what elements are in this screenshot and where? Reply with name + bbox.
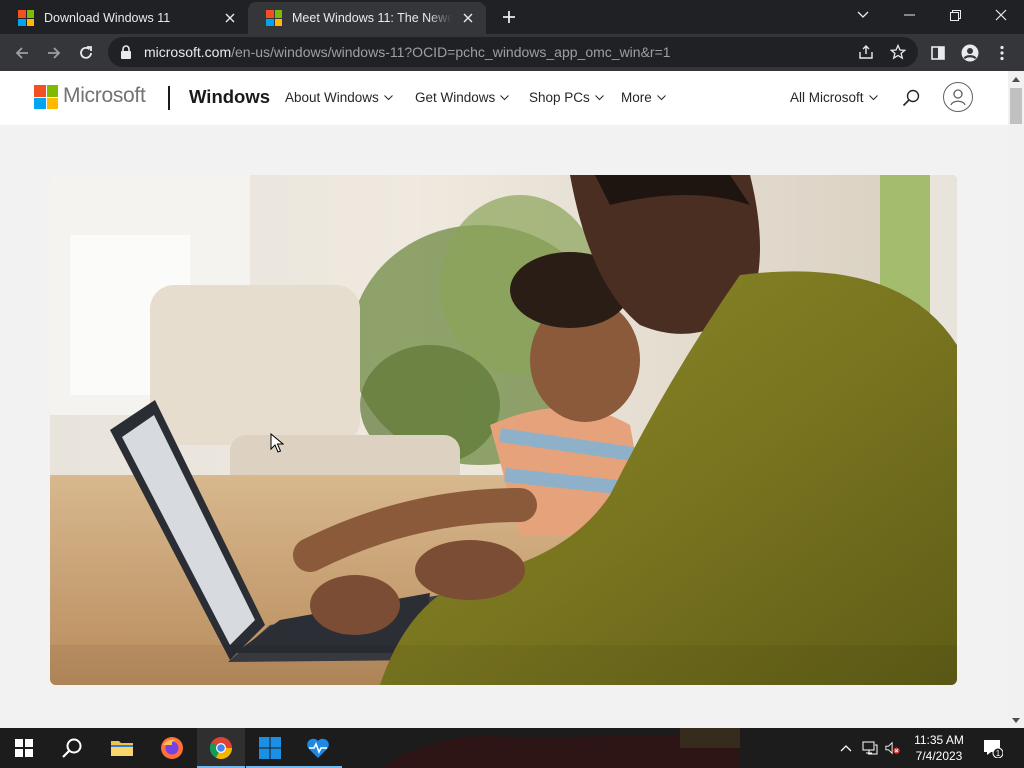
firefox-button[interactable]: [148, 728, 196, 768]
volume-muted-icon[interactable]: [885, 740, 901, 756]
plus-icon: [503, 11, 515, 23]
nav-label: More: [621, 90, 652, 105]
chevron-down-icon: [594, 94, 604, 101]
nav-label: All Microsoft: [790, 90, 864, 105]
microsoft-favicon-icon: [18, 10, 34, 26]
nav-all-microsoft[interactable]: All Microsoft: [790, 90, 878, 105]
windows-product-link[interactable]: Windows: [189, 86, 270, 108]
start-button[interactable]: [0, 728, 48, 768]
url-path: /en-us/windows/windows-11?OCID=pchc_wind…: [231, 44, 671, 60]
chrome-button[interactable]: [197, 728, 245, 768]
new-tab-button[interactable]: [498, 6, 520, 28]
forward-arrow-icon: [48, 47, 61, 59]
mouse-cursor-icon: [270, 433, 284, 453]
header-divider: [168, 86, 170, 110]
page-scrollbar[interactable]: [1008, 71, 1024, 728]
restore-icon: [949, 9, 961, 21]
side-panel-button[interactable]: [925, 40, 951, 66]
back-arrow-icon: [15, 47, 28, 59]
search-icon: [62, 738, 82, 758]
side-panel-icon: [931, 46, 945, 60]
clock-date: 7/4/2023: [915, 749, 963, 763]
tab-title: Meet Windows 11: The Newest Windows: [292, 11, 452, 25]
health-heart-icon: [307, 738, 329, 758]
close-tab-icon[interactable]: [222, 10, 238, 26]
microsoft-brand-text[interactable]: Microsoft: [63, 84, 146, 108]
scroll-thumb[interactable]: [1010, 88, 1022, 124]
account-icon: [950, 89, 966, 106]
forward-button[interactable]: [41, 40, 67, 66]
microsoft-favicon-icon: [266, 10, 282, 26]
nav-about-windows[interactable]: About Windows: [285, 90, 393, 105]
nav-get-windows[interactable]: Get Windows: [415, 90, 510, 105]
address-bar[interactable]: microsoft.com/en-us/windows/windows-11?O…: [108, 37, 918, 67]
back-button[interactable]: [9, 40, 35, 66]
chevron-down-icon: [656, 94, 666, 101]
close-window-button[interactable]: [978, 0, 1024, 30]
windows-taskbar: 11:35 AM 7/4/2023 1: [0, 728, 1024, 768]
kebab-menu-icon: [1000, 45, 1004, 61]
scroll-up-arrow-icon[interactable]: [1008, 71, 1024, 87]
chevron-down-icon: [383, 94, 393, 101]
tab-search-button[interactable]: [840, 0, 886, 30]
taskbar-search-button[interactable]: [48, 728, 96, 768]
windows-start-icon: [15, 739, 33, 757]
lock-icon[interactable]: [118, 44, 134, 60]
profile-button[interactable]: [957, 40, 983, 66]
restore-button[interactable]: [932, 0, 978, 30]
wallpaper-graphic: [380, 728, 740, 768]
tab-title: Download Windows 11: [44, 11, 171, 25]
clock-time: 11:35 AM: [914, 733, 964, 747]
star-icon[interactable]: [890, 44, 906, 60]
profile-icon: [961, 44, 979, 62]
reload-button[interactable]: [73, 40, 99, 66]
notification-center-button[interactable]: 1: [983, 738, 1004, 759]
chevron-down-icon: [857, 11, 869, 18]
windows-app-button[interactable]: [246, 728, 294, 768]
nav-shop-pcs[interactable]: Shop PCs: [529, 90, 604, 105]
share-icon[interactable]: [858, 44, 874, 60]
notification-icon: 1: [984, 740, 1004, 759]
file-explorer-button[interactable]: [98, 728, 146, 768]
tab-download-windows[interactable]: Download Windows 11: [0, 2, 248, 34]
site-header: Microsoft Windows About Windows Get Wind…: [0, 71, 1008, 125]
search-icon: [902, 89, 920, 107]
url-host: microsoft.com: [144, 44, 232, 60]
site-search-button[interactable]: [901, 88, 921, 108]
chevron-down-icon: [500, 94, 510, 101]
close-icon: [995, 9, 1007, 21]
nav-label: Shop PCs: [529, 90, 590, 105]
nav-more[interactable]: More: [621, 90, 666, 105]
close-tab-icon[interactable]: [460, 10, 476, 26]
reload-icon: [80, 46, 92, 59]
scroll-down-arrow-icon[interactable]: [1008, 712, 1024, 728]
system-clock[interactable]: 11:35 AM 7/4/2023: [905, 732, 973, 764]
nav-label: About Windows: [285, 90, 379, 105]
tab-strip: Download Windows 11 Meet Windows 11: The…: [0, 0, 1024, 34]
firefox-icon: [161, 737, 183, 759]
minimize-button[interactable]: [886, 0, 932, 30]
url-text: microsoft.com/en-us/windows/windows-11?O…: [144, 44, 671, 60]
hero-image: [50, 175, 957, 685]
pc-health-check-button[interactable]: [294, 728, 342, 768]
tab-meet-windows[interactable]: Meet Windows 11: The Newest Windows: [248, 2, 486, 34]
windows-logo-icon: [259, 737, 281, 759]
chrome-icon: [210, 737, 232, 760]
show-hidden-icons-chevron-icon[interactable]: [838, 740, 854, 756]
hero-photo-illustration: [50, 175, 957, 685]
browser-menu-button[interactable]: [989, 40, 1015, 66]
web-page: Microsoft Windows About Windows Get Wind…: [0, 71, 1008, 728]
browser-toolbar: microsoft.com/en-us/windows/windows-11?O…: [0, 34, 1024, 71]
chevron-down-icon: [868, 94, 878, 101]
microsoft-logo-icon[interactable]: [34, 85, 58, 109]
folder-icon: [111, 741, 133, 756]
sign-in-button[interactable]: [943, 82, 973, 112]
network-icon[interactable]: [862, 740, 878, 756]
notification-count: 1: [996, 749, 1001, 758]
nav-label: Get Windows: [415, 90, 496, 105]
minimize-icon: [903, 14, 915, 16]
